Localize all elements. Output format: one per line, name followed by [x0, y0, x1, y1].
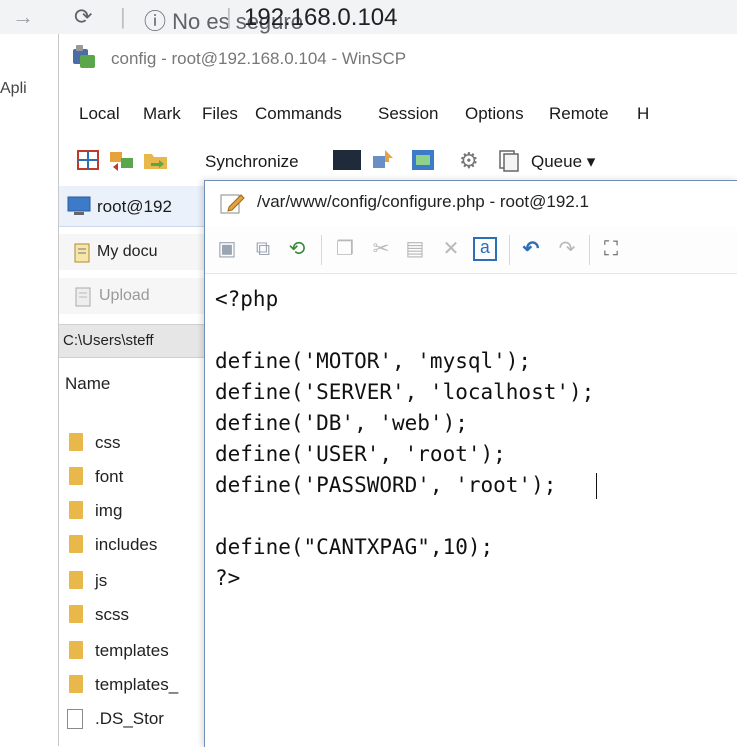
- file-name: templates_: [95, 675, 179, 694]
- folder-icon: [69, 467, 83, 485]
- synchronize-button[interactable]: Synchronize: [205, 152, 299, 172]
- code-line: <?php: [215, 287, 279, 311]
- upload-toolbar: Upload: [59, 278, 209, 314]
- toolbar-separator: [509, 235, 510, 265]
- editor-title: /var/www/config/configure.php - root@192…: [257, 192, 589, 211]
- menu-help[interactable]: H: [637, 104, 649, 124]
- file-name: includes: [95, 535, 158, 554]
- list-item[interactable]: scss: [59, 598, 209, 632]
- documents-icon: [74, 243, 90, 263]
- code-line: define('SERVER', 'localhost');: [215, 380, 595, 404]
- local-directory-text: C:\Users\steff: [63, 332, 154, 349]
- console-icon[interactable]: [333, 150, 361, 170]
- editor-toolbar: ▣ ⧉ ⟲ ❐ ✂ ▤ ✕ a ↶ ↷ ⛶: [205, 227, 737, 274]
- list-item[interactable]: templates_: [59, 668, 209, 702]
- file-name: scss: [95, 605, 129, 624]
- paste-icon[interactable]: ▤: [403, 237, 427, 261]
- menu-mark[interactable]: Mark: [143, 104, 181, 124]
- list-item[interactable]: js: [59, 564, 209, 598]
- file-name: css: [95, 433, 121, 452]
- winscp-title-bar: config - root@192.168.0.104 - WinSCP: [59, 34, 737, 86]
- reload-file-icon[interactable]: ⟲: [285, 237, 309, 261]
- save-icon[interactable]: ▣: [215, 237, 239, 261]
- cut-icon[interactable]: ✂: [369, 237, 393, 261]
- file-name: js: [95, 571, 108, 590]
- session-tab-label: root@192: [97, 197, 172, 216]
- toolbar-separator: [589, 235, 590, 265]
- queue-button[interactable]: Queue ▾: [531, 152, 595, 172]
- session-tab[interactable]: root@192: [59, 186, 209, 227]
- list-item[interactable]: .DS_Stor: [59, 702, 209, 736]
- select-all-icon[interactable]: a: [473, 237, 497, 261]
- local-path-label: My docu: [97, 243, 158, 260]
- edit-pencil-icon: [220, 194, 245, 214]
- menu-bar: Local Mark Files Commands Session Option…: [59, 96, 737, 130]
- menu-options[interactable]: Options: [465, 104, 524, 124]
- file-name: .DS_Stor: [95, 709, 164, 728]
- putty-icon[interactable]: [371, 148, 395, 172]
- folder-icon: [69, 641, 83, 659]
- undo-icon[interactable]: ↶: [519, 237, 543, 261]
- local-path-selector[interactable]: My docu: [59, 234, 209, 270]
- file-icon: [67, 709, 83, 729]
- menu-files[interactable]: Files: [202, 104, 238, 124]
- folder-icon: [69, 605, 83, 623]
- bookmarks-apps-label[interactable]: Apli: [0, 80, 27, 98]
- url-text[interactable]: 192.168.0.104: [244, 4, 397, 32]
- menu-local[interactable]: Local: [79, 104, 120, 124]
- file-name: templates: [95, 641, 169, 660]
- redo-icon[interactable]: ↷: [555, 237, 579, 261]
- sync-browse-icon[interactable]: [109, 149, 135, 171]
- delete-icon[interactable]: ✕: [439, 237, 463, 261]
- toolbar-separator: [321, 235, 322, 265]
- editor-title-bar: /var/www/config/configure.php - root@192…: [205, 181, 737, 225]
- code-line: define("CANTXPAG",10);: [215, 535, 494, 559]
- folder-icon: [69, 501, 83, 519]
- upload-button[interactable]: Upload: [99, 287, 150, 305]
- code-line: define('MOTOR', 'mysql');: [215, 349, 532, 373]
- computer-icon: [67, 196, 91, 215]
- name-column-label: Name: [65, 374, 111, 393]
- local-directory-path[interactable]: C:\Users\steff: [59, 324, 209, 358]
- browser-address-bar: → ⟳ | ⓘ No es seguro | 192.168.0.104: [0, 0, 737, 34]
- reload-icon[interactable]: ⟳: [74, 4, 92, 30]
- url-separator: |: [226, 4, 232, 29]
- list-item[interactable]: font: [59, 460, 209, 494]
- preferences-gear-icon[interactable]: ⚙: [459, 148, 479, 174]
- winscp-app-icon: [73, 45, 95, 68]
- new-panel-icon[interactable]: [77, 150, 99, 170]
- code-line: ?>: [215, 566, 241, 590]
- back-arrow-icon[interactable]: →: [12, 4, 34, 30]
- list-item[interactable]: css: [59, 426, 209, 460]
- synchronize-icon[interactable]: [143, 149, 169, 171]
- address-separator: |: [120, 4, 126, 29]
- find-binoculars-icon[interactable]: ⛶: [599, 237, 623, 261]
- editor-window: /var/www/config/configure.php - root@192…: [204, 180, 737, 747]
- copy-icon[interactable]: ❐: [333, 237, 357, 261]
- code-line: define('USER', 'root');: [215, 442, 506, 466]
- list-item[interactable]: templates: [59, 634, 209, 668]
- list-item[interactable]: img: [59, 494, 209, 528]
- main-toolbar: Synchronize ⚙ Queue ▾: [59, 142, 737, 178]
- window-title: config - root@192.168.0.104 - WinSCP: [111, 49, 407, 68]
- code-editor-text[interactable]: <?php define('MOTOR', 'mysql'); define('…: [205, 275, 737, 747]
- save-all-icon[interactable]: ⧉: [251, 237, 275, 261]
- folder-icon: [69, 433, 83, 451]
- code-line: define('DB', 'web');: [215, 411, 468, 435]
- queue-icon[interactable]: [497, 148, 521, 172]
- name-column-header[interactable]: Name: [59, 360, 209, 410]
- list-item[interactable]: includes: [59, 528, 209, 562]
- menu-remote[interactable]: Remote: [549, 104, 609, 124]
- file-name: font: [95, 467, 124, 486]
- folder-icon: [69, 675, 83, 693]
- menu-session[interactable]: Session: [378, 104, 438, 124]
- upload-icon[interactable]: [73, 286, 93, 308]
- file-name: img: [95, 501, 123, 520]
- folder-icon: [69, 571, 83, 589]
- code-line: define('PASSWORD', 'root');: [215, 473, 557, 497]
- menu-commands[interactable]: Commands: [255, 104, 342, 124]
- text-caret: [596, 473, 597, 499]
- compare-icon[interactable]: [411, 149, 435, 171]
- folder-icon: [69, 535, 83, 553]
